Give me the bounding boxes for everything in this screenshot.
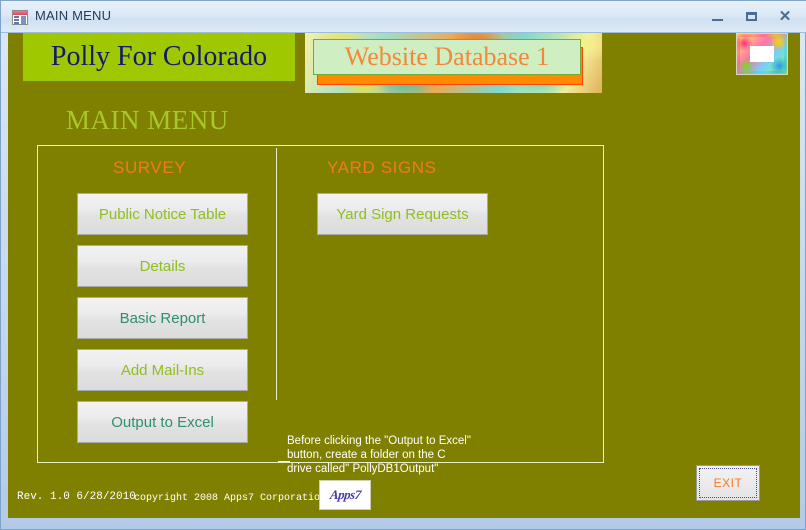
output-to-excel-note: Before clicking the "Output to Excel" bu…: [278, 434, 487, 476]
callout-line-3: drive called" PollyDB1Output": [287, 463, 439, 475]
callout-line-2: button, create a folder on the C: [287, 449, 446, 461]
public-notice-table-button[interactable]: Public Notice Table: [77, 193, 248, 235]
details-button[interactable]: Details: [77, 245, 248, 287]
polly-for-colorado-banner: Polly For Colorado: [23, 33, 295, 81]
polly-banner-label: Polly For Colorado: [50, 41, 268, 72]
maximize-button[interactable]: [735, 5, 767, 27]
maximize-icon: [745, 11, 757, 21]
output-to-excel-label: Output to Excel: [111, 413, 214, 431]
callout-line-1: Before clicking the "Output to Excel": [287, 435, 471, 447]
apps7-logo-label: Apps7: [328, 487, 362, 502]
apps7-logo: Apps7: [319, 480, 371, 510]
revision-text: Rev. 1.0 6/28/2010: [17, 491, 136, 503]
access-form-icon: [12, 10, 28, 25]
output-to-excel-button[interactable]: Output to Excel: [77, 401, 248, 443]
basic-report-label: Basic Report: [119, 309, 206, 327]
close-icon: ✕: [778, 7, 792, 25]
menu-panel: SURVEY Public Notice Table Details Basic…: [37, 145, 604, 475]
add-mail-ins-button[interactable]: Add Mail-Ins: [77, 349, 248, 391]
website-banner-label-box: Website Database 1: [313, 39, 581, 75]
copyright-text: copyright 2008 Apps7 Corporation7: [134, 493, 333, 504]
basic-report-button[interactable]: Basic Report: [77, 297, 248, 339]
window-title: MAIN MENU: [35, 8, 112, 23]
page-title: MAIN MENU: [66, 105, 229, 135]
yard-sign-requests-label: Yard Sign Requests: [336, 205, 469, 223]
yard-sign-requests-button[interactable]: Yard Sign Requests: [317, 193, 488, 235]
yard-signs-section-title: YARD SIGNS: [327, 158, 437, 177]
close-button[interactable]: ✕: [769, 5, 801, 27]
public-notice-table-label: Public Notice Table: [98, 205, 227, 223]
window-controls: ✕: [701, 5, 801, 27]
footer-bar: Rev. 1.0 6/28/2010 copyright 2008 Apps7 …: [8, 478, 800, 518]
add-mail-ins-label: Add Mail-Ins: [120, 361, 205, 379]
application-window: MAIN MENU ✕ Polly For Colorado Website D…: [0, 0, 806, 530]
minimize-button[interactable]: [701, 5, 733, 27]
survey-section-title: SURVEY: [113, 158, 187, 177]
form-client-area: Polly For Colorado Website Database 1 MA…: [8, 33, 800, 518]
website-banner-label: Website Database 1: [344, 42, 550, 71]
column-divider: [276, 148, 277, 400]
colorful-image-thumbnail: [736, 33, 788, 75]
minimize-icon: [711, 18, 723, 21]
details-label: Details: [139, 257, 186, 275]
callout-leader-line: [278, 461, 290, 462]
title-bar: MAIN MENU ✕: [1, 1, 806, 33]
website-database-banner: Website Database 1: [305, 33, 602, 93]
